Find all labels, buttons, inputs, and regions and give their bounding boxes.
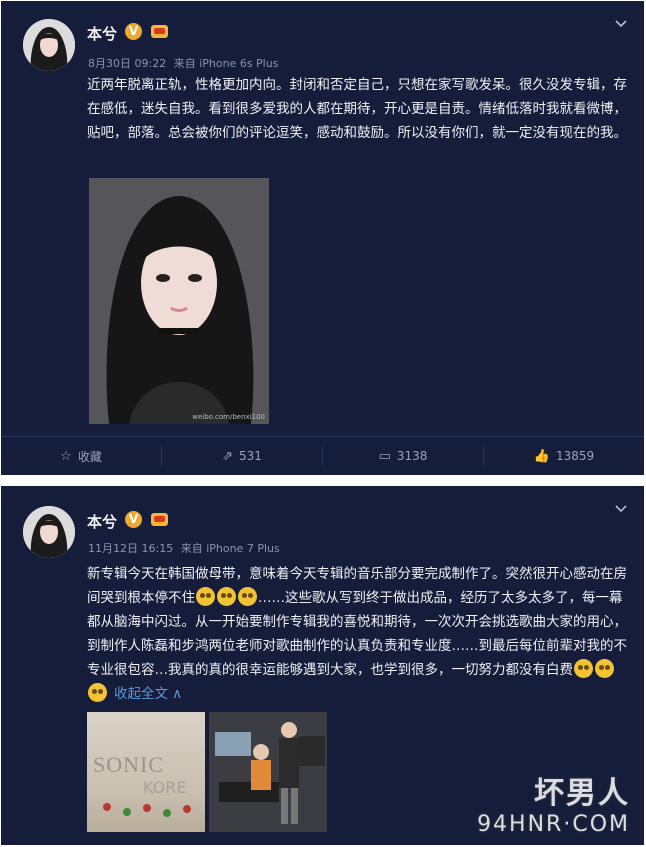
repost-count: 531 <box>239 449 262 463</box>
crying-face-icon <box>88 683 107 702</box>
crying-face-icon <box>595 659 614 678</box>
post-meta: 11月12日 16:15 来自 iPhone 7 Plus <box>88 540 284 556</box>
crying-face-icon <box>238 587 257 606</box>
weibo-post-card: 本兮 V 8月30日 09:22 来自 iPhone 6s Plus 近两年脱离… <box>1 1 644 475</box>
watermark: 坏男人 94HNR·COM <box>477 768 630 837</box>
star-icon: ☆ <box>60 448 72 464</box>
like-button[interactable]: 👍 13859 <box>484 446 644 466</box>
comment-count: 3138 <box>396 449 428 463</box>
watermark-main: 坏男人 <box>534 776 630 811</box>
username[interactable]: 本兮 <box>87 23 117 44</box>
chevron-down-icon[interactable] <box>614 17 628 31</box>
weibo-post-card: 本兮 V 11月12日 16:15 来自 iPhone 7 Plus 新专辑今天… <box>1 486 644 845</box>
post-source: 来自 iPhone 6s Plus <box>173 57 279 70</box>
post-photo[interactable] <box>209 712 327 832</box>
verified-badge-icon: V <box>125 23 142 40</box>
repost-button[interactable]: ⇗ 531 <box>162 446 323 466</box>
collapse-text-link[interactable]: 收起全文 ∧ <box>114 686 182 702</box>
avatar[interactable] <box>23 506 75 558</box>
post-text: 新专辑今天在韩国做母带，意味着今天专辑的音乐部分要完成制作了。突然很开心感动在房… <box>87 562 635 706</box>
post-actions-bar: ☆ 收藏 ⇗ 531 ▭ 3138 👍 13859 <box>1 436 644 475</box>
vip-crown-icon <box>151 513 168 526</box>
favorite-label: 收藏 <box>77 449 102 464</box>
post-photo[interactable]: weibo.com/benxi100 <box>89 178 269 424</box>
post-photo[interactable]: SONIC KORE <box>87 712 205 832</box>
thumbs-up-icon: 👍 <box>533 448 550 464</box>
chevron-down-icon[interactable] <box>614 502 628 516</box>
crying-face-icon <box>574 659 593 678</box>
post-source: 来自 iPhone 7 Plus <box>180 542 280 555</box>
post-timestamp[interactable]: 8月30日 09:22 <box>88 57 166 70</box>
crying-face-icon <box>196 587 215 606</box>
crying-face-icon <box>217 587 236 606</box>
like-count: 13859 <box>556 449 595 463</box>
repost-icon: ⇗ <box>222 448 233 464</box>
avatar[interactable] <box>23 19 75 71</box>
vip-crown-icon <box>151 25 168 38</box>
post-meta: 8月30日 09:22 来自 iPhone 6s Plus <box>88 55 282 71</box>
watermark-sub: 94HNR·COM <box>477 812 630 837</box>
photo-caption: weibo.com/benxi100 <box>192 413 265 421</box>
post-timestamp[interactable]: 11月12日 16:15 <box>88 542 173 555</box>
favorite-button[interactable]: ☆ 收藏 <box>1 446 162 466</box>
username[interactable]: 本兮 <box>87 511 117 532</box>
verified-badge-icon: V <box>125 511 142 528</box>
comment-icon: ▭ <box>378 448 391 464</box>
comment-button[interactable]: ▭ 3138 <box>323 446 484 466</box>
post-text: 近两年脱离正轨，性格更加内向。封闭和否定自己，只想在家写歌发呆。很久没发专辑，存… <box>87 77 627 141</box>
